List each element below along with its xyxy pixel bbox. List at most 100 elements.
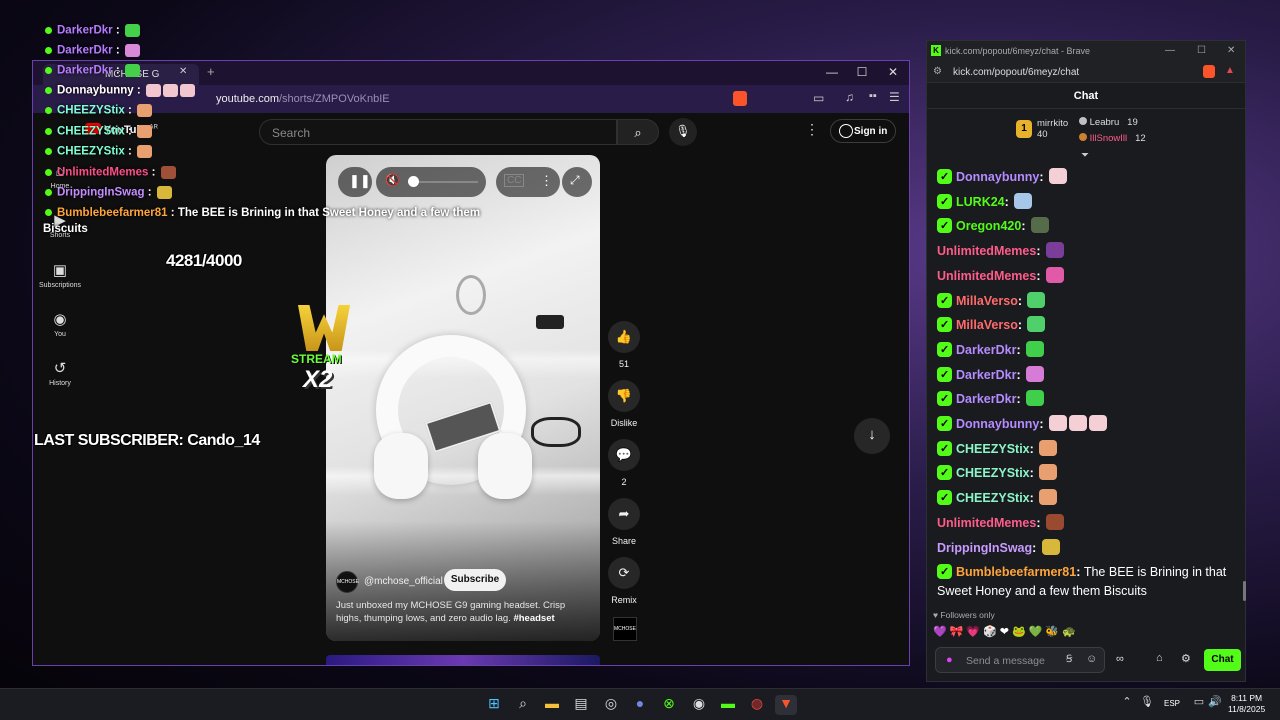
file-explorer-icon[interactable]: ▬	[541, 695, 563, 715]
obs-icon[interactable]: ◎	[600, 695, 622, 715]
search-icon[interactable]: ⌕	[512, 695, 534, 715]
discord-icon[interactable]: ●	[629, 695, 651, 715]
podium-second[interactable]: Leabru 19	[1079, 117, 1138, 128]
chat-scrollbar[interactable]	[1243, 581, 1246, 601]
search-input[interactable]: Search	[259, 119, 617, 145]
send-message-input[interactable]: ● Send a message Ꞩ ☺	[935, 647, 1105, 673]
hashtag-link[interactable]: #headset	[513, 613, 554, 624]
extensions-icon[interactable]: ▪▪	[869, 90, 877, 102]
start-icon[interactable]: ⊞	[483, 695, 505, 715]
podium-first[interactable]: mirrkito 40	[1037, 118, 1068, 140]
chat-username[interactable]: DrippingInSwag	[937, 541, 1032, 555]
chat-username[interactable]: Donnaybunny	[956, 170, 1039, 184]
fullscreen-button[interactable]: ⤢	[562, 167, 592, 197]
sign-in-button[interactable]: Sign in	[830, 119, 896, 143]
sidebar-toggle-icon[interactable]: ▭	[813, 91, 824, 105]
emote-icon[interactable]: 💜🎀💗🎲❤🐸💚🐝🐢	[933, 626, 1079, 638]
short-video-player[interactable]: ❚❚ 🔇 CC ⋮ ⤢ MCHOSE @mchose_official Subs…	[326, 155, 600, 641]
brave-icon[interactable]: ▼	[775, 695, 797, 715]
language-indicator[interactable]: ESP	[1164, 699, 1180, 708]
store-icon[interactable]: ▤	[570, 695, 592, 715]
overlay-last-user: Bumblebeefarmer81	[57, 207, 168, 219]
close-window-icon[interactable]: ✕	[878, 65, 908, 79]
next-video-preview[interactable]	[326, 655, 600, 665]
chat-username[interactable]: UnlimitedMemes	[937, 244, 1036, 258]
minimize-icon[interactable]: —	[1165, 45, 1175, 56]
kick-url[interactable]: kick.com/popout/6meyz/chat	[953, 67, 1079, 78]
sidebar-item-history[interactable]: ↺ History	[33, 359, 90, 387]
kick-address-bar[interactable]: ⚙ kick.com/popout/6meyz/chat ▲	[927, 62, 1245, 83]
chat-username[interactable]: UnlimitedMemes	[937, 269, 1036, 283]
close-window-icon[interactable]: ✕	[1227, 45, 1235, 56]
chat-username[interactable]: Oregon420	[956, 219, 1021, 233]
emoji-icon[interactable]: ☺	[1086, 653, 1097, 665]
volume-control[interactable]: 🔇	[376, 167, 486, 197]
chat-username[interactable]: DarkerDkr	[956, 368, 1016, 382]
share-button[interactable]: ➦ Share	[599, 498, 649, 546]
channel-name[interactable]: @mchose_official	[364, 576, 443, 587]
pause-button[interactable]: ❚❚	[338, 167, 372, 197]
brave-rewards-icon[interactable]: ▲	[1225, 65, 1235, 76]
minimize-icon[interactable]: —	[817, 65, 847, 79]
sidebar-item-subscriptions[interactable]: ▣ Subscriptions	[33, 261, 90, 289]
chat-username[interactable]: Bumblebeefarmer81	[956, 565, 1076, 579]
settings-icon[interactable]: ⚙	[1181, 652, 1191, 665]
brave-shield-icon[interactable]	[1203, 65, 1215, 78]
quick-emote-bar[interactable]: 💜🎀💗🎲❤🐸💚🐝🐢	[933, 625, 1133, 641]
translate-icon[interactable]: Ꞩ	[1066, 654, 1072, 665]
chat-username[interactable]: CHEEZYStix	[956, 491, 1030, 505]
chat-username[interactable]: DarkerDkr	[956, 343, 1016, 357]
emote-icon	[1045, 242, 1064, 259]
remix-button[interactable]: ⟳ Remix	[599, 557, 649, 605]
mute-icon[interactable]: 🔇	[385, 173, 400, 187]
chat-separator: :	[1016, 342, 1025, 357]
chat-username[interactable]: CHEEZYStix	[956, 466, 1030, 480]
channel-avatar[interactable]: MCHOSE	[336, 571, 359, 593]
steam-icon[interactable]: ◉	[688, 695, 710, 715]
comments-button[interactable]: 💬 2	[599, 439, 649, 487]
chrome-icon[interactable]: ◍	[746, 695, 768, 715]
volume-icon[interactable]: 🔊	[1204, 695, 1226, 715]
next-video-button[interactable]: ↓	[854, 418, 890, 454]
maximize-icon[interactable]: ☐	[847, 65, 877, 79]
subscribe-button[interactable]: Subscribe	[444, 569, 506, 591]
chat-username[interactable]: Donnaybunny	[956, 417, 1039, 431]
tray-mic-icon[interactable]: 🎙	[1136, 695, 1158, 715]
more-icon[interactable]: ⋮	[540, 173, 553, 189]
volume-knob[interactable]	[408, 176, 419, 187]
kick-emotes-icon[interactable]: ∞	[1116, 653, 1124, 665]
tray-chevron-icon[interactable]: ⌃	[1116, 695, 1138, 715]
chat-username[interactable]: CHEEZYStix	[956, 442, 1030, 456]
chat-username[interactable]: MillaVerso	[956, 294, 1018, 308]
chat-username[interactable]: DarkerDkr	[956, 392, 1016, 406]
search-button[interactable]: ⌕	[617, 119, 659, 145]
chat-username[interactable]: UnlimitedMemes	[937, 516, 1036, 530]
settings-kebab-icon[interactable]: ⋮	[805, 121, 819, 138]
podium-third[interactable]: IllSnowIll 12	[1079, 133, 1146, 144]
xbox-icon[interactable]: ⊗	[658, 695, 680, 715]
chat-message: UnlimitedMemes:	[937, 513, 1237, 533]
chat-username[interactable]: MillaVerso	[956, 318, 1018, 332]
expand-podium-icon[interactable]: ⏷	[1081, 150, 1089, 161]
music-icon[interactable]: ♫	[845, 90, 854, 104]
sidebar-item-you[interactable]: ◉ You	[33, 310, 90, 338]
close-icon[interactable]: ✕	[179, 66, 187, 77]
nvidia-icon[interactable]: ▬	[717, 695, 739, 715]
new-tab-icon[interactable]: +	[207, 64, 215, 79]
like-button[interactable]: 👍 51	[599, 321, 649, 369]
chat-username[interactable]: LURK24	[956, 195, 1005, 209]
captions-icon[interactable]: CC	[504, 174, 525, 187]
clock[interactable]: 8:11 PM 11/8/2025	[1228, 693, 1265, 715]
chat-separator: :	[1036, 268, 1044, 283]
maximize-icon[interactable]: ☐	[1197, 45, 1206, 56]
store-icon[interactable]: ⌂	[1156, 652, 1163, 664]
brave-shield-icon[interactable]	[733, 91, 747, 106]
mic-icon[interactable]: ●	[946, 654, 953, 666]
site-settings-icon[interactable]: ⚙	[933, 66, 942, 77]
dislike-button[interactable]: 👎 Dislike	[599, 380, 649, 428]
brand-logo[interactable]: MCHOSE	[613, 617, 637, 641]
chat-send-button[interactable]: Chat	[1204, 649, 1241, 671]
voice-search-button[interactable]: 🎙	[669, 118, 697, 146]
menu-icon[interactable]: ☰	[889, 90, 900, 104]
url-text[interactable]: youtube.com/shorts/ZMPOVoKnbIE	[216, 93, 390, 105]
